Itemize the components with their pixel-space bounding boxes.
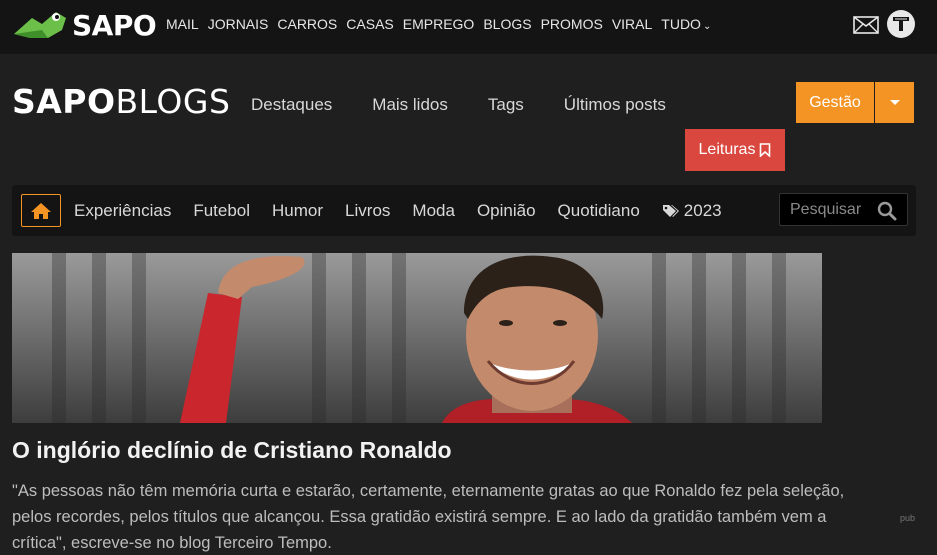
blogs-logo-light: BLOGS [115, 82, 231, 121]
topnav-viral[interactable]: VIRAL [612, 16, 652, 32]
topnav-jornais[interactable]: JORNAIS [208, 16, 269, 32]
category-experiencias[interactable]: Experiências [74, 201, 171, 221]
featured-post-title[interactable]: O inglório declínio de Cristiano Ronaldo [12, 437, 452, 464]
featured-post-image[interactable] [12, 253, 822, 423]
home-icon [31, 202, 51, 219]
topnav-tudo-label: TUDO [661, 16, 701, 32]
nav-ultimos-posts[interactable]: Últimos posts [564, 95, 666, 115]
ad-label: pub [900, 513, 916, 523]
category-bar: Experiências Futebol Humor Livros Moda O… [12, 185, 916, 236]
blogs-logo-bold: SAPO [12, 82, 116, 121]
sapo-top-bar: SAPO MAIL JORNAIS CARROS CASAS EMPREGO B… [0, 0, 937, 54]
category-quotidiano[interactable]: Quotidiano [558, 201, 640, 221]
topnav-casas[interactable]: CASAS [346, 16, 393, 32]
home-button[interactable] [21, 194, 61, 227]
nav-tags[interactable]: Tags [488, 95, 524, 115]
t-account-icon[interactable] [887, 10, 915, 38]
featured-photo [12, 253, 822, 423]
sapo-top-nav: MAIL JORNAIS CARROS CASAS EMPREGO BLOGS … [166, 16, 720, 32]
topnav-carros[interactable]: CARROS [277, 16, 337, 32]
tag-2023-label: 2023 [683, 201, 722, 220]
sapo-blogs-logo[interactable]: SAPOBLOGS [12, 82, 230, 121]
category-futebol[interactable]: Futebol [193, 201, 250, 221]
caret-down-icon [889, 100, 900, 105]
nav-destaques[interactable]: Destaques [251, 95, 332, 115]
search-icon[interactable] [877, 201, 897, 221]
blogs-main-nav: Destaques Mais lidos Tags Últimos posts [251, 95, 706, 115]
leituras-button[interactable]: Leituras [685, 129, 785, 171]
sapo-logo[interactable]: SAPO [12, 5, 157, 45]
nav-mais-lidos[interactable]: Mais lidos [372, 95, 448, 115]
mail-envelope-icon[interactable] [852, 12, 880, 41]
topnav-tudo[interactable]: TUDO ⌄ [661, 16, 711, 32]
category-list: Experiências Futebol Humor Livros Moda O… [74, 201, 744, 221]
search-input[interactable] [790, 201, 875, 219]
tags-icon [662, 205, 679, 217]
category-humor[interactable]: Humor [272, 201, 323, 221]
sapo-brand-text: SAPO [72, 8, 157, 42]
topnav-emprego[interactable]: EMPREGO [403, 16, 475, 32]
chevron-down-icon: ⌄ [702, 21, 712, 32]
category-tag-2023[interactable]: 2023 [662, 201, 722, 221]
gestao-button[interactable]: Gestão [796, 82, 874, 123]
featured-post-excerpt: "As pessoas não têm memória curta e esta… [12, 482, 845, 552]
category-opiniao[interactable]: Opinião [477, 201, 536, 221]
category-livros[interactable]: Livros [345, 201, 390, 221]
topnav-mail[interactable]: MAIL [166, 16, 199, 32]
bookmark-icon [760, 143, 771, 157]
leituras-label: Leituras [698, 141, 756, 158]
topnav-promos[interactable]: PROMOS [541, 16, 603, 32]
search-box [779, 193, 908, 226]
topnav-blogs[interactable]: BLOGS [483, 16, 531, 32]
sapo-frog-icon [14, 12, 66, 38]
gestao-dropdown-button[interactable] [875, 82, 914, 123]
category-moda[interactable]: Moda [412, 201, 455, 221]
